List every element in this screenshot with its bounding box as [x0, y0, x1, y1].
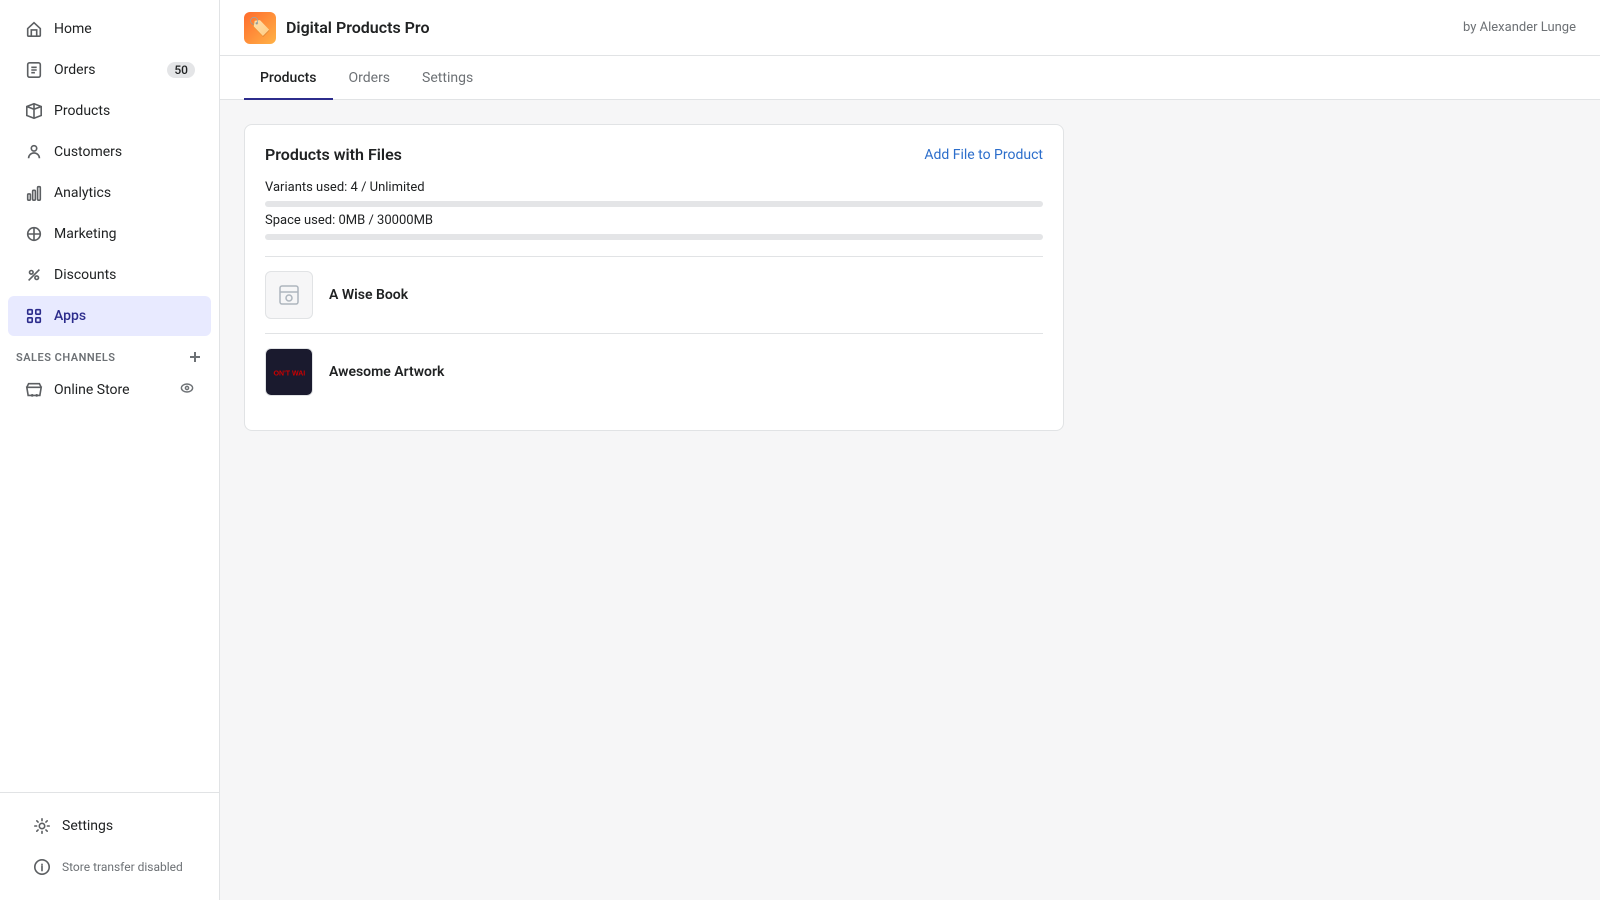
- app-header: 🏷️ Digital Products Pro by Alexander Lun…: [220, 0, 1600, 56]
- orders-badge: 50: [167, 62, 195, 78]
- variants-used-info: Variants used: 4 / Unlimited: [265, 180, 1043, 195]
- eye-icon: [179, 380, 195, 400]
- sidebar-item-products-label: Products: [54, 103, 195, 119]
- add-file-to-product-link[interactable]: Add File to Product: [924, 147, 1043, 163]
- products-icon: [24, 101, 44, 121]
- products-with-files-card: Products with Files Add File to Product …: [244, 124, 1064, 431]
- card-header: Products with Files Add File to Product: [265, 145, 1043, 164]
- product-thumbnail-awesome-artwork: DON'T WAIT: [265, 348, 313, 396]
- discounts-icon: [24, 265, 44, 285]
- variants-progress-bar-bg: [265, 201, 1043, 207]
- sidebar-item-marketing-label: Marketing: [54, 226, 195, 242]
- apps-icon: [24, 306, 44, 326]
- sidebar-item-analytics-label: Analytics: [54, 185, 195, 201]
- product-item[interactable]: A Wise Book: [265, 256, 1043, 333]
- orders-icon: [24, 60, 44, 80]
- home-icon: [24, 19, 44, 39]
- app-title: Digital Products Pro: [286, 18, 430, 37]
- app-title-area: 🏷️ Digital Products Pro: [244, 12, 430, 44]
- info-icon: [32, 857, 52, 877]
- sidebar-item-online-store-label: Online Store: [54, 382, 169, 398]
- sidebar-nav: Home Orders 50 Products Customers: [0, 0, 219, 792]
- marketing-icon: [24, 224, 44, 244]
- card-title: Products with Files: [265, 145, 402, 164]
- sidebar-item-apps-label: Apps: [54, 308, 195, 324]
- product-name-awesome-artwork: Awesome Artwork: [329, 364, 444, 380]
- settings-icon: [32, 816, 52, 836]
- sidebar-item-customers-label: Customers: [54, 144, 195, 160]
- analytics-icon: [24, 183, 44, 203]
- sales-channels-section: SALES CHANNELS: [0, 337, 219, 369]
- sidebar-item-discounts-label: Discounts: [54, 267, 195, 283]
- customers-icon: [24, 142, 44, 162]
- sidebar-item-products[interactable]: Products: [8, 91, 211, 131]
- sidebar: Home Orders 50 Products Customers: [0, 0, 220, 900]
- sidebar-item-discounts[interactable]: Discounts: [8, 255, 211, 295]
- sidebar-item-settings[interactable]: Settings: [16, 806, 203, 846]
- app-author: by Alexander Lunge: [1463, 20, 1576, 35]
- page-content: Products with Files Add File to Product …: [220, 100, 1600, 900]
- tab-products[interactable]: Products: [244, 56, 333, 100]
- tab-orders[interactable]: Orders: [333, 56, 407, 100]
- product-thumbnail-a-wise-book: [265, 271, 313, 319]
- sidebar-item-apps[interactable]: Apps: [8, 296, 211, 336]
- store-icon: [24, 380, 44, 400]
- sidebar-item-settings-label: Settings: [62, 818, 187, 834]
- sidebar-item-home-label: Home: [54, 21, 195, 37]
- sidebar-item-customers[interactable]: Customers: [8, 132, 211, 172]
- product-name-a-wise-book: A Wise Book: [329, 287, 408, 303]
- sales-channels-label: SALES CHANNELS: [16, 351, 116, 364]
- store-transfer-label: Store transfer disabled: [62, 860, 187, 874]
- app-icon: 🏷️: [244, 12, 276, 44]
- tabs-bar: Products Orders Settings: [220, 56, 1600, 100]
- sidebar-item-store-transfer[interactable]: Store transfer disabled: [16, 847, 203, 887]
- sidebar-item-online-store[interactable]: Online Store: [8, 370, 211, 410]
- space-used-info: Space used: 0MB / 30000MB: [265, 213, 1043, 228]
- main-content: 🏷️ Digital Products Pro by Alexander Lun…: [220, 0, 1600, 900]
- product-list: A Wise Book DON'T WAIT Awesome Artwork: [265, 256, 1043, 410]
- sidebar-item-orders-label: Orders: [54, 62, 157, 78]
- sidebar-item-home[interactable]: Home: [8, 9, 211, 49]
- sidebar-item-orders[interactable]: Orders 50: [8, 50, 211, 90]
- add-sales-channel-button[interactable]: [187, 349, 203, 365]
- space-progress-bar-bg: [265, 234, 1043, 240]
- sidebar-bottom: Settings Store transfer disabled: [0, 792, 219, 900]
- tab-settings[interactable]: Settings: [406, 56, 489, 100]
- svg-text:DON'T WAIT: DON'T WAIT: [273, 370, 305, 377]
- sidebar-item-marketing[interactable]: Marketing: [8, 214, 211, 254]
- sidebar-item-analytics[interactable]: Analytics: [8, 173, 211, 213]
- product-item[interactable]: DON'T WAIT Awesome Artwork: [265, 333, 1043, 410]
